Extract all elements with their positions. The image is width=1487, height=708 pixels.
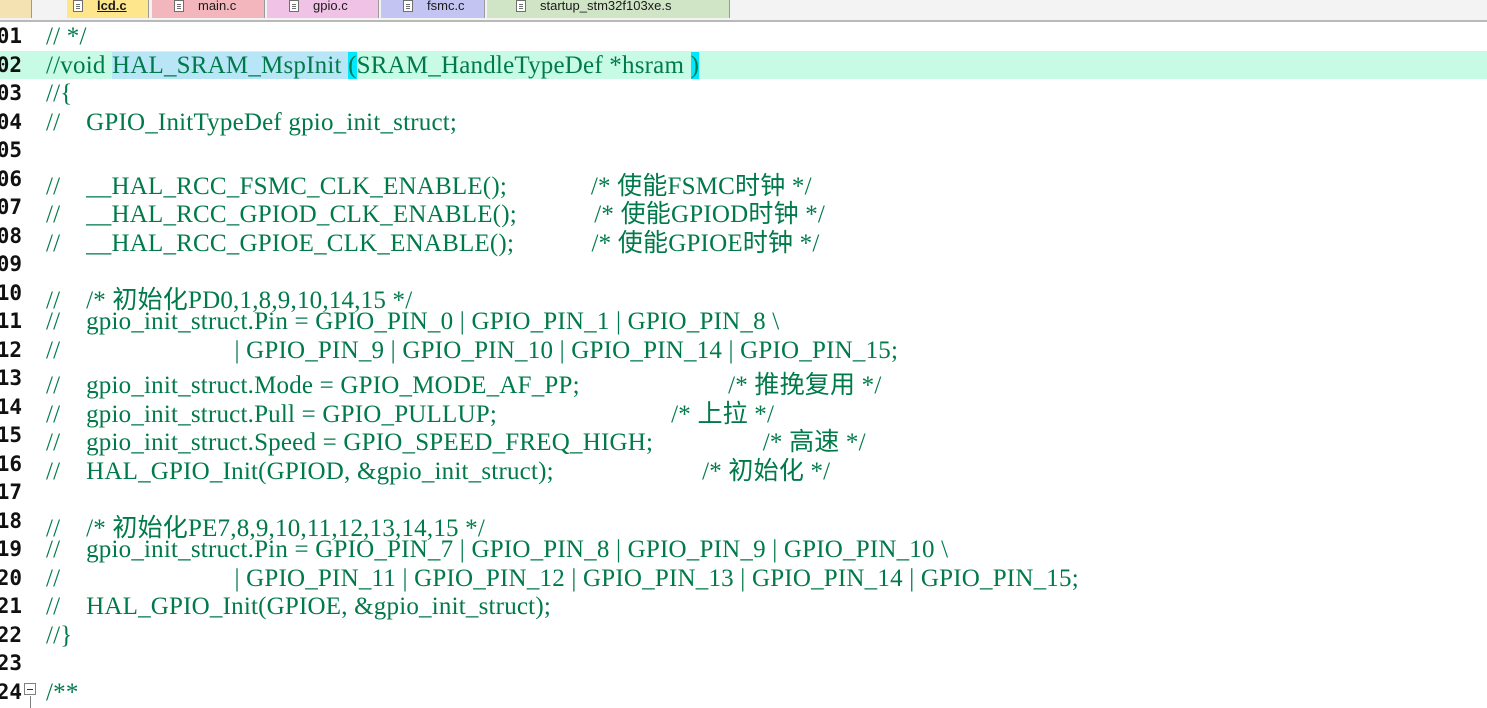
code-segment: // GPIO_InitTypeDef gpio_init_struct;: [46, 108, 458, 136]
line-number: 08: [0, 223, 22, 248]
code-editor[interactable]: 01 // */ 02 //void HAL_SRAM_MspInit (SRAM_H…: [0, 22, 1487, 708]
code-line[interactable]: 05: [0, 136, 1487, 165]
tab-fsmc-c[interactable]: fsmc.c: [381, 0, 485, 18]
line-number: 23: [0, 651, 22, 675]
line-number: 21: [0, 594, 22, 618]
code-line[interactable]: 10// /* 初始化PD0,1,8,9,10,14,15 */: [0, 279, 1487, 314]
tab-label: main.c: [198, 0, 237, 13]
file-tab-bar: lcd.h lcd.c main.c gpio.c fsmc.c startup_stm3…: [0, 0, 1487, 22]
code-text: // gpio_init_struct.Pin = GPIO_PIN_7 | G…: [46, 536, 948, 564]
code-text: /**: [46, 679, 79, 707]
code-text: // gpio_init_struct.Pin = GPIO_PIN_0 | G…: [46, 308, 779, 336]
code-line[interactable]: 14// gpio_init_struct.Pull = GPIO_PULLUP…: [0, 393, 1487, 428]
tab-gpio-c[interactable]: gpio.c: [267, 0, 379, 18]
code-segment: //}: [46, 621, 73, 649]
line-number: 13: [0, 366, 22, 390]
line-number: 10: [0, 280, 22, 305]
code-line[interactable]: 20 // | GPIO_PIN_11 | GPIO_PIN_12 | GPIO_…: [0, 564, 1487, 593]
line-number: 04: [0, 109, 22, 134]
tab-main-c[interactable]: main.c: [152, 0, 265, 18]
tab-lcd-h[interactable]: lcd.h: [0, 0, 32, 18]
collapse-fold-icon[interactable]: [24, 682, 36, 695]
file-icon: [403, 0, 413, 12]
line-number: 18: [0, 508, 22, 533]
code-segment: /**: [46, 678, 79, 706]
code-line[interactable]: 04 // GPIO_InitTypeDef gpio_init_struct;: [0, 108, 1487, 137]
code-line[interactable]: 07// __HAL_RCC_GPIOD_CLK_ENABLE(); /* 使能…: [0, 193, 1487, 228]
code-text: // GPIO_InitTypeDef gpio_init_struct;: [46, 109, 457, 137]
code-line[interactable]: 22 //}: [0, 621, 1487, 650]
line-number: 20: [0, 565, 22, 590]
code-line[interactable]: 08// __HAL_RCC_GPIOE_CLK_ENABLE(); /* 使能…: [0, 222, 1487, 257]
tab-lcd-c[interactable]: lcd.c: [67, 0, 149, 18]
file-icon: [289, 0, 299, 12]
line-number: 03: [0, 81, 22, 105]
line-number: 02: [0, 52, 22, 77]
code-line[interactable]: 12 // | GPIO_PIN_9 | GPIO_PIN_10 | GPIO_P…: [0, 336, 1487, 365]
current-code-line[interactable]: 02 //void HAL_SRAM_MspInit (SRAM_HandleTy…: [0, 50, 1487, 80]
code-line[interactable]: 01 // */: [0, 22, 1487, 51]
code-segment: SRAM_HandleTypeDef *hsram: [356, 51, 691, 79]
code-text: //}: [46, 622, 73, 650]
code-line[interactable]: 03 //{: [0, 79, 1487, 108]
line-number: 16: [0, 451, 22, 476]
line-number: 12: [0, 337, 22, 362]
code-text: //void HAL_SRAM_MspInit (SRAM_HandleType…: [46, 51, 700, 80]
code-line[interactable]: 06// __HAL_RCC_FSMC_CLK_ENABLE(); /* 使能F…: [0, 165, 1487, 200]
code-line[interactable]: 24 /**: [0, 678, 1487, 708]
line-number: 17: [0, 480, 22, 504]
code-line[interactable]: 18// /* 初始化PE7,8,9,10,11,12,13,14,15 */: [0, 507, 1487, 542]
code-line[interactable]: 13// gpio_init_struct.Mode = GPIO_MODE_A…: [0, 364, 1487, 399]
code-line[interactable]: 21 // HAL_GPIO_Init(GPIOE, &gpio_init_str…: [0, 592, 1487, 621]
line-number: 14: [0, 394, 22, 419]
code-segment: // gpio_init_struct.Pin = GPIO_PIN_0 | G…: [46, 308, 780, 335]
code-text: // HAL_GPIO_Init(GPIOE, &gpio_init_struc…: [46, 593, 551, 621]
line-number: 11: [0, 309, 22, 333]
code-text: // | GPIO_PIN_9 | GPIO_PIN_10 | GPIO_PIN…: [46, 337, 898, 365]
code-line[interactable]: 19 // gpio_init_struct.Pin = GPIO_PIN_7 |…: [0, 535, 1487, 564]
tab-label: lcd.c: [97, 0, 127, 13]
code-line[interactable]: 15// gpio_init_struct.Speed = GPIO_SPEED…: [0, 421, 1487, 456]
tab-label: fsmc.c: [427, 0, 465, 13]
tab-startup-stm32f103xe-s[interactable]: startup_stm32f103xe.s: [487, 0, 730, 18]
file-icon: [73, 0, 83, 12]
line-number: 15: [0, 423, 22, 447]
fold-guide-line: [30, 695, 31, 708]
line-number: 22: [0, 622, 22, 647]
matched-bracket: (: [348, 51, 357, 79]
line-number: 24: [0, 679, 22, 704]
code-segment: //void: [46, 51, 112, 79]
tab-label: gpio.c: [313, 0, 348, 13]
tab-label: startup_stm32f103xe.s: [540, 0, 672, 13]
line-number: 05: [0, 138, 22, 162]
file-icon: [174, 0, 184, 12]
file-icon: [516, 0, 526, 12]
code-segment: // HAL_GPIO_Init(GPIOE, &gpio_init_struc…: [46, 593, 552, 620]
code-segment: // */: [46, 23, 87, 50]
line-number: 09: [0, 252, 22, 276]
line-number: 01: [0, 24, 22, 48]
code-segment: // | GPIO_PIN_11 | GPIO_PIN_12 | GPIO_PI…: [46, 564, 1079, 592]
line-number: 07: [0, 195, 22, 219]
code-line[interactable]: 11 // gpio_init_struct.Pin = GPIO_PIN_0 |…: [0, 307, 1487, 336]
code-line[interactable]: 23: [0, 649, 1487, 678]
line-number: 06: [0, 166, 22, 191]
code-segment: //{: [46, 80, 73, 107]
line-number: 19: [0, 537, 22, 561]
code-text: // */: [46, 23, 87, 51]
code-text: //{: [46, 80, 73, 108]
code-line[interactable]: 17: [0, 478, 1487, 507]
code-segment: // | GPIO_PIN_9 | GPIO_PIN_10 | GPIO_PIN…: [46, 336, 899, 364]
code-text: // | GPIO_PIN_11 | GPIO_PIN_12 | GPIO_PI…: [46, 565, 1079, 593]
highlighted-function-name: HAL_SRAM_MspInit: [112, 51, 349, 79]
matched-bracket: ): [690, 51, 700, 79]
code-segment: // gpio_init_struct.Pin = GPIO_PIN_7 | G…: [46, 536, 949, 563]
code-line[interactable]: 09: [0, 250, 1487, 279]
code-line[interactable]: 16// HAL_GPIO_Init(GPIOD, &gpio_init_str…: [0, 450, 1487, 485]
